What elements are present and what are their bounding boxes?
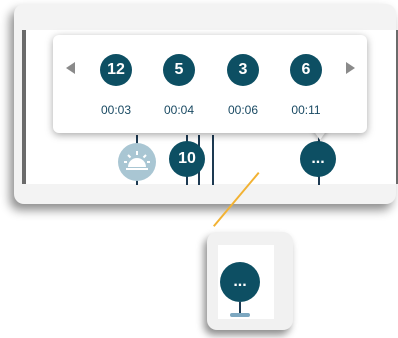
sunrise-marker[interactable] — [118, 143, 156, 181]
popover-count[interactable]: 6 — [290, 54, 322, 86]
count-label: 5 — [174, 61, 184, 78]
cluster-marker[interactable]: 10 — [169, 141, 205, 177]
cluster-popover — [53, 35, 367, 133]
popover-time: 00:04 — [163, 103, 195, 117]
popover-count[interactable]: 12 — [100, 54, 132, 86]
count-label: 12 — [107, 61, 125, 78]
popover-count[interactable]: 3 — [227, 54, 259, 86]
chevron-left-icon[interactable] — [66, 62, 75, 74]
chevron-right-icon[interactable] — [346, 62, 355, 74]
sunrise-icon — [124, 151, 150, 170]
count-label: 6 — [301, 61, 311, 78]
more-label: ... — [233, 273, 247, 290]
zoom-more-marker[interactable]: ... — [220, 262, 260, 302]
more-label: ... — [311, 150, 325, 167]
more-marker[interactable]: ... — [300, 141, 336, 177]
popover-time: 00:11 — [291, 103, 321, 117]
count-label: 3 — [238, 61, 248, 78]
timeline-tick — [212, 135, 214, 185]
popover-time: 00:06 — [227, 103, 259, 117]
popover-time: 00:03 — [100, 103, 132, 117]
cluster-count: 10 — [178, 150, 196, 167]
popover-count[interactable]: 5 — [163, 54, 195, 86]
zoom-marker-base — [230, 313, 250, 317]
